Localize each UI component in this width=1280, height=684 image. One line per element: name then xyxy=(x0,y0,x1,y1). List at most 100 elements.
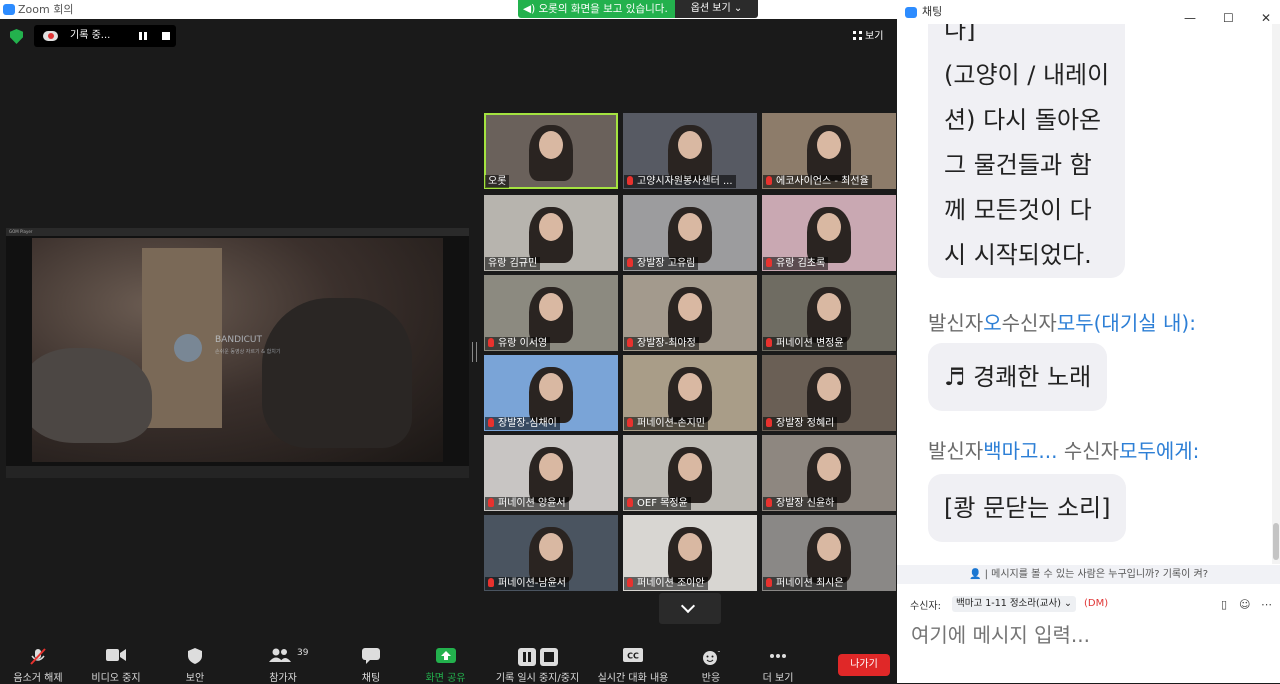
chat-message-bubble: ♬ 경쾌한 노래 xyxy=(928,343,1108,411)
participant-name: 유랑 김초록 xyxy=(776,258,826,269)
participant-tile[interactable]: 장발장-최아정 xyxy=(623,275,757,351)
participant-tile[interactable]: OEF 목정윤 xyxy=(623,435,757,511)
closed-caption-icon: CC xyxy=(623,648,643,662)
recording-indicator: 기록 중... xyxy=(34,25,176,47)
chat-label: 채팅 xyxy=(361,673,381,684)
participant-tile[interactable]: 퍼네이션-손지민 xyxy=(623,355,757,431)
participant-name: 퍼네이션 양윤서 xyxy=(498,498,566,509)
svg-text:+: + xyxy=(717,648,720,656)
participant-tile[interactable]: 유랑 김규민 xyxy=(484,195,618,271)
participant-name: 퍼네이션 최시은 xyxy=(776,578,844,589)
security-button[interactable]: 보안 xyxy=(175,633,215,684)
zoom-logo-icon xyxy=(905,7,917,18)
message-line: (고양이 / 내레이 xyxy=(944,61,1110,89)
more-button[interactable]: 더 보기 xyxy=(758,633,798,684)
sender-name[interactable]: 오 xyxy=(983,311,1001,335)
split-resize-handle[interactable] xyxy=(472,342,477,362)
participant-name-label: 유랑 김규민 xyxy=(485,257,541,270)
participant-tile[interactable]: 퍼네이션-남윤서 xyxy=(484,515,618,591)
muted-mic-icon xyxy=(766,176,772,185)
view-options-button[interactable]: 옵션 보기 ⌄ xyxy=(675,0,758,18)
participant-tile[interactable]: 유랑 김초록 xyxy=(762,195,896,271)
stop-video-button[interactable]: 비디오 중지 xyxy=(86,633,146,684)
participant-tile[interactable]: 퍼네이션 양윤서 xyxy=(484,435,618,511)
participant-tile[interactable]: 오롯 xyxy=(484,113,618,189)
participant-tile[interactable]: 에코사이언스 - 최선율 xyxy=(762,113,896,189)
file-icon[interactable]: ▯ xyxy=(1221,598,1227,611)
participant-face xyxy=(678,293,702,321)
chat-scrollbar[interactable] xyxy=(1272,24,1280,564)
participant-tile[interactable]: 퍼네이션 조이안 xyxy=(623,515,757,591)
participants-icon xyxy=(269,648,291,662)
share-screen-button[interactable]: 화면 공유 xyxy=(418,633,473,684)
participant-tile[interactable]: 퍼네이션 변정윤 xyxy=(762,275,896,351)
more-options-icon[interactable]: ⋯ xyxy=(1261,598,1272,611)
muted-mic-icon xyxy=(488,578,494,587)
participant-tile[interactable]: 장발장 고유림 xyxy=(623,195,757,271)
participant-face xyxy=(539,453,563,481)
participant-name-label: 고양시자원봉사센터 ... xyxy=(624,175,736,188)
chat-title-bar: 채팅 — ☐ ✕ xyxy=(897,0,1280,25)
watermark-title: BANDICUT xyxy=(215,335,263,345)
participant-name: 고양시자원봉사센터 ... xyxy=(637,176,733,187)
stop-recording-icon[interactable] xyxy=(162,32,170,40)
leave-button[interactable]: 나가기 xyxy=(838,654,890,676)
cat-shape xyxy=(32,348,152,443)
more-dots-icon xyxy=(770,654,786,658)
security-shield-icon[interactable] xyxy=(10,29,23,44)
participant-name-label: 퍼네이션-손지민 xyxy=(624,417,709,430)
header-colon: : xyxy=(1192,439,1200,463)
pause-recording-icon[interactable] xyxy=(139,32,147,40)
participant-name: 퍼네이션 조이안 xyxy=(637,578,705,589)
recipient-name[interactable]: 모두(대기실 내) xyxy=(1057,311,1189,335)
message-line: 그 물건들과 함 xyxy=(944,151,1092,179)
participant-tile[interactable]: 퍼네이션 최시은 xyxy=(762,515,896,591)
unmute-button[interactable]: 음소거 해제 xyxy=(8,633,68,684)
dm-badge: (DM) xyxy=(1084,598,1109,609)
participant-tile[interactable]: 장발장 정혜리 xyxy=(762,355,896,431)
live-transcript-button[interactable]: CC 실시간 대화 내용 xyxy=(594,633,672,684)
participant-name: 퍼네이션 변정윤 xyxy=(776,338,844,349)
gallery-next-page-button[interactable] xyxy=(659,593,721,624)
participant-tile[interactable]: 고양시자원봉사센터 ... xyxy=(623,113,757,189)
chat-message-input[interactable] xyxy=(911,620,1271,650)
message-text: [쾅 문닫는 소리] xyxy=(944,494,1111,522)
view-layout-button[interactable]: 보기 xyxy=(853,27,883,42)
chat-button[interactable]: 채팅 xyxy=(351,633,391,684)
participants-label: 참가자 xyxy=(269,673,297,684)
muted-mic-icon xyxy=(766,498,772,507)
who-can-see-text: | 메시지를 볼 수 있는 사람은 누구입니까? 기록이 켜? xyxy=(984,569,1209,580)
zoom-meeting-window: Zoom 회의 ◀) 오롯의 화면을 보고 있습니다. 옵션 보기 ⌄ 기록 중… xyxy=(0,0,897,684)
screen-share-banner: ◀) 오롯의 화면을 보고 있습니다. 옵션 보기 ⌄ xyxy=(518,0,758,18)
smiley-icon: + xyxy=(703,648,720,665)
bubble-lines: 다] (고양이 / 내레이 션) 다시 돌아온 그 물건들과 함께 모든것이 다시 시… xyxy=(944,24,1109,278)
participant-name-label: 장발장 정혜리 xyxy=(763,417,838,430)
who-can-see-notice[interactable]: 👤 | 메시지를 볼 수 있는 사람은 누구입니까? 기록이 켜? xyxy=(897,565,1280,584)
participant-face xyxy=(539,533,563,561)
recipient-select[interactable]: 백마고 1-11 정소라(교사) ⌄ xyxy=(952,596,1076,612)
sender-name[interactable]: 백마고... xyxy=(983,439,1057,463)
participant-name-label: 유랑 김초록 xyxy=(763,257,829,270)
share-screen-label: 화면 공유 xyxy=(425,673,466,684)
video-camera-icon xyxy=(106,649,126,661)
recording-controls-icon xyxy=(517,648,558,666)
participant-face xyxy=(539,293,563,321)
participants-button[interactable]: 39 참가자 xyxy=(258,633,308,684)
grid-icon xyxy=(853,31,862,40)
message-header: 발신자오수신자모두(대기실 내): xyxy=(928,307,1196,336)
muted-mic-icon xyxy=(627,176,633,185)
muted-mic-icon xyxy=(766,578,772,587)
participant-tile[interactable]: 유랑 이서영 xyxy=(484,275,618,351)
sender-prefix: 발신자 xyxy=(928,439,984,463)
chat-scrollbar-thumb[interactable] xyxy=(1273,523,1279,560)
emoji-icon[interactable]: ☺ xyxy=(1239,598,1250,611)
shield-icon xyxy=(188,648,202,664)
recipient-name[interactable]: 모두에게 xyxy=(1119,439,1193,463)
participant-tile[interactable]: 장발장 신윤하 xyxy=(762,435,896,511)
pause-stop-recording-button[interactable]: 기록 일시 중지/중지 xyxy=(490,633,585,684)
participant-name-label: 장발장 신윤하 xyxy=(763,497,838,510)
participant-tile[interactable]: 장발장-심채이 xyxy=(484,355,618,431)
message-header: 발신자백마고... 수신자모두에게: xyxy=(928,435,1199,464)
reactions-button[interactable]: + 반응 xyxy=(691,633,731,684)
zoom-logo-icon xyxy=(3,4,15,15)
